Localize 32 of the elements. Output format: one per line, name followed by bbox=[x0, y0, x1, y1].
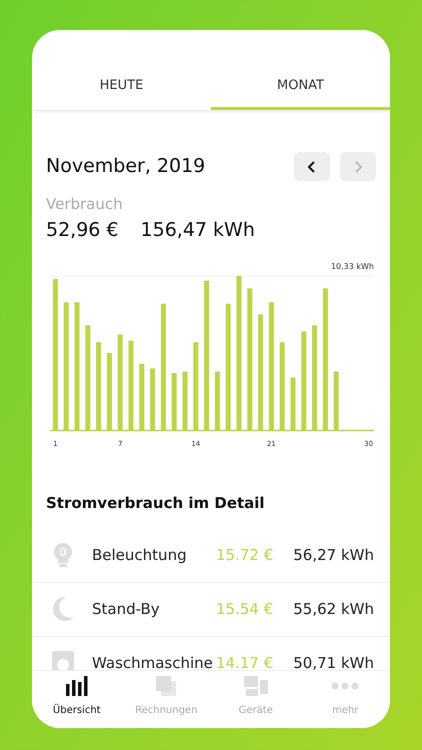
category-energy: 50,71 kWh bbox=[293, 652, 374, 670]
nav-tab[interactable]: Übersicht bbox=[32, 671, 122, 728]
bar bbox=[334, 371, 339, 430]
bulb-icon bbox=[54, 543, 72, 567]
moon-icon bbox=[52, 597, 74, 621]
prev-month-button[interactable] bbox=[294, 152, 330, 181]
category-name: Beleuchtung bbox=[92, 544, 188, 566]
bar-chart-icon bbox=[66, 676, 88, 696]
category-cost: 14.17 € bbox=[216, 652, 274, 670]
category-cost: 15.54 € bbox=[216, 598, 274, 620]
more-icon bbox=[331, 682, 360, 690]
total-cost: 52,96 € bbox=[46, 218, 119, 242]
bar bbox=[139, 364, 144, 430]
bar bbox=[290, 378, 296, 430]
tab[interactable]: MONAT bbox=[211, 30, 390, 110]
documents-icon bbox=[156, 676, 176, 696]
bar bbox=[150, 368, 156, 430]
devices-icon bbox=[244, 676, 268, 696]
tab[interactable]: HEUTE bbox=[32, 30, 211, 110]
category-cost: 15.72 € bbox=[216, 544, 274, 566]
category-name: Waschmaschine bbox=[92, 652, 214, 670]
category-name: Stand-By bbox=[92, 598, 161, 620]
month-title: November, 2019 bbox=[46, 154, 206, 180]
bar bbox=[214, 371, 220, 430]
section-title: Stromverbrauch im Detail bbox=[45, 493, 266, 514]
max-value-label: 10,33 kWh bbox=[330, 262, 374, 271]
category-energy: 56,27 kWh bbox=[293, 544, 374, 566]
bar bbox=[172, 373, 177, 430]
consumption-label: Verbrauch bbox=[45, 194, 124, 215]
total-energy: 156,47 kWh bbox=[140, 218, 255, 242]
bar bbox=[182, 371, 188, 430]
category-energy: 55,62 kWh bbox=[293, 598, 374, 620]
